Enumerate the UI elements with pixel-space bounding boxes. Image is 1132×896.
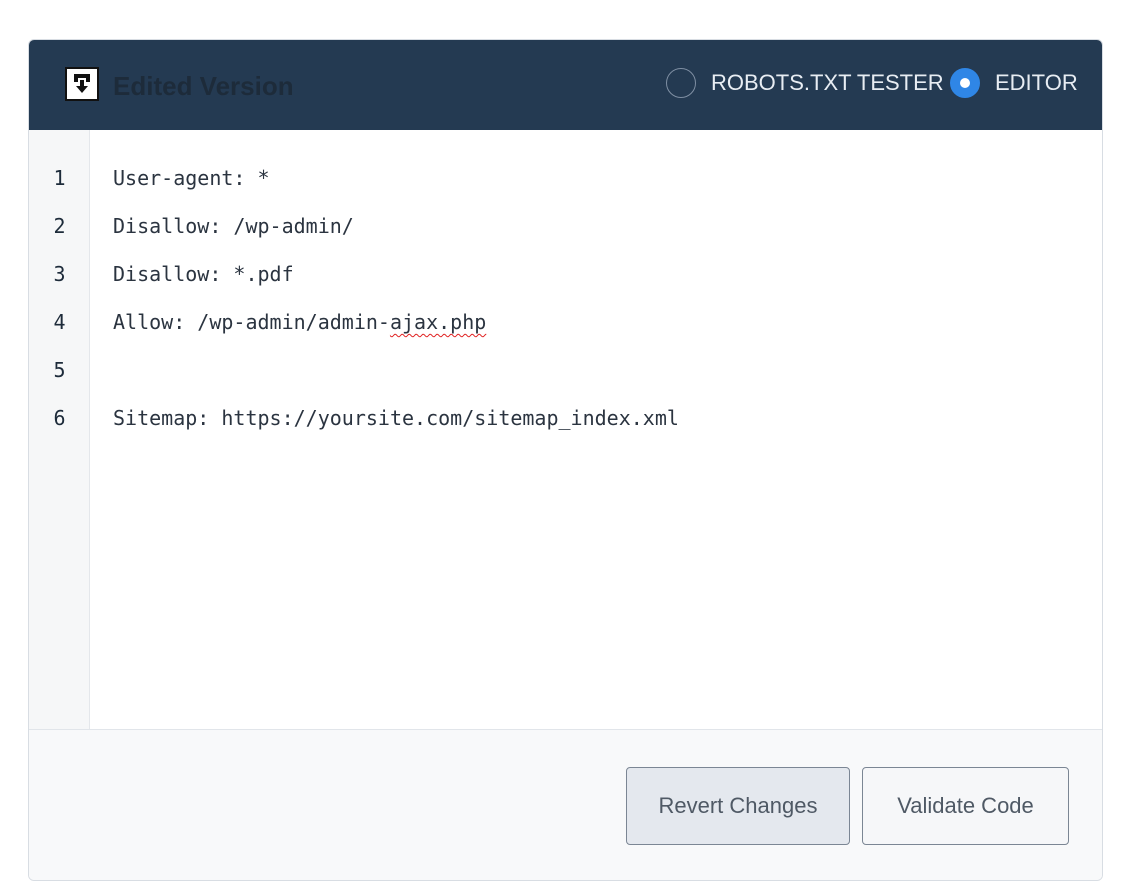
code-text: Allow: /wp-admin/admin- (113, 310, 390, 334)
validate-code-button[interactable]: Validate Code (862, 767, 1069, 845)
line-number: 6 (53, 406, 66, 430)
robots-editor-panel: Edited Version ROBOTS.TXT TESTER EDITOR … (28, 39, 1103, 881)
line-number: 5 (53, 358, 66, 382)
line-number: 1 (53, 166, 66, 190)
panel-title: Edited Version (113, 71, 294, 101)
panel-footer: Revert Changes Validate Code (29, 730, 1102, 880)
line-number: 4 (53, 310, 66, 334)
revert-changes-button[interactable]: Revert Changes (626, 767, 850, 845)
code-line[interactable]: Disallow: /wp-admin/ (113, 212, 354, 240)
download-arrow-icon (65, 67, 99, 101)
mode-label-robots-tester: ROBOTS.TXT TESTER (711, 70, 944, 95)
mode-label-editor: EDITOR (995, 70, 1078, 95)
spellcheck-flagged-word: ajax.php (389, 310, 487, 334)
radio-unselected-icon[interactable] (666, 68, 696, 98)
radio-selected-icon[interactable] (950, 68, 980, 98)
mode-radio-editor[interactable]: EDITOR (950, 68, 1078, 98)
code-editor[interactable]: 1 2 3 4 5 6 User-agent: * Disallow: /wp-… (29, 130, 1102, 730)
line-number: 2 (53, 214, 66, 238)
code-line[interactable]: Disallow: *.pdf (113, 260, 294, 288)
code-line[interactable]: User-agent: * (113, 164, 270, 192)
mode-radio-robots-tester[interactable]: ROBOTS.TXT TESTER (666, 68, 944, 98)
line-number-gutter: 1 2 3 4 5 6 (29, 130, 90, 729)
code-line[interactable]: Allow: /wp-admin/admin-ajax.php (113, 308, 486, 336)
line-number: 3 (53, 262, 66, 286)
code-line[interactable]: Sitemap: https://yoursite.com/sitemap_in… (113, 404, 679, 432)
panel-header: Edited Version ROBOTS.TXT TESTER EDITOR (29, 40, 1102, 130)
